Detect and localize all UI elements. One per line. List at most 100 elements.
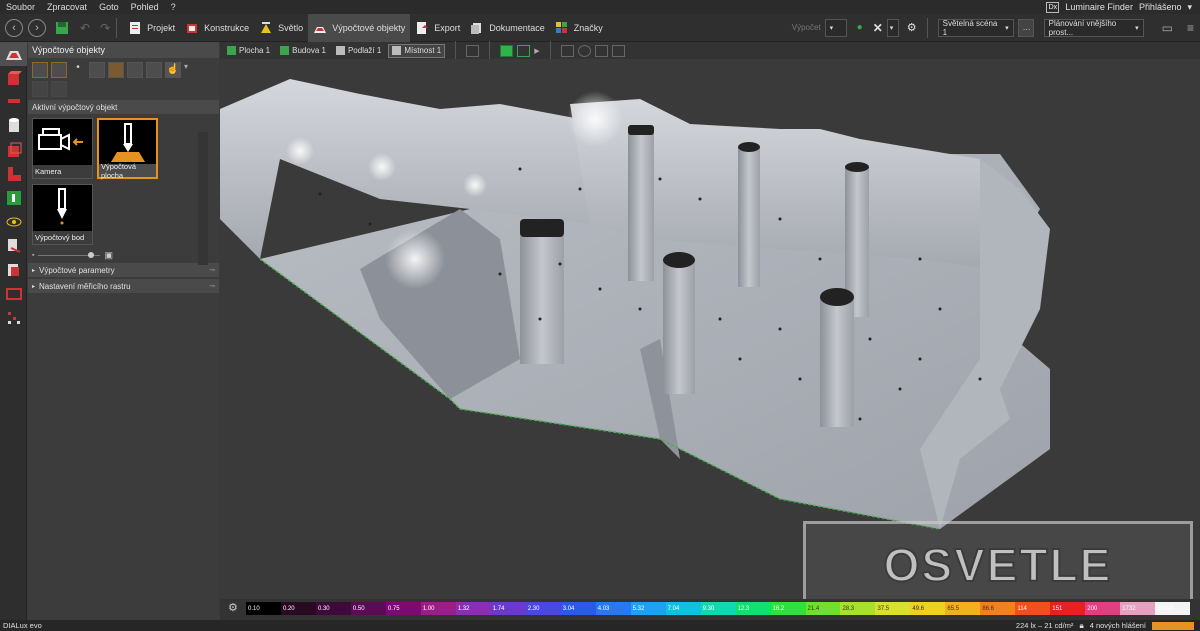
object-label: Výpočtový bod (33, 230, 92, 244)
messages-link[interactable]: 4 nových hlášení (1090, 621, 1146, 630)
zoom-slider[interactable] (38, 251, 101, 258)
frame-tool[interactable] (127, 62, 143, 78)
object-label: Výpočtová plocha (99, 162, 156, 180)
save-icon[interactable] (54, 20, 70, 36)
viewtab-plocha[interactable]: Plocha 1 (224, 44, 273, 58)
object-grid-scrollbar[interactable] (198, 132, 208, 265)
scene-more-button[interactable]: … (1017, 18, 1034, 37)
observer-tool[interactable] (0, 210, 27, 234)
building-icon (280, 46, 290, 55)
cross-tool[interactable] (146, 62, 162, 78)
calc-surface-tool[interactable] (0, 42, 27, 66)
object-camera[interactable]: Kamera (32, 118, 93, 179)
calc-cylinder-tool[interactable] (0, 114, 27, 138)
calc-lshape-tool[interactable] (0, 162, 27, 186)
tab-label: Výpočtové objekty (332, 22, 406, 33)
section-calc-params[interactable]: ▸ Výpočtové parametry ⊸ (28, 263, 219, 277)
3d-view-icon[interactable] (500, 44, 514, 57)
messages-indicator[interactable] (1152, 621, 1194, 630)
emergency-exit-tool[interactable] (0, 186, 27, 210)
disabled-tool[interactable] (32, 81, 48, 97)
pin-icon[interactable]: ⊸ (209, 266, 215, 274)
zoom-fit-icon[interactable] (560, 44, 574, 57)
tab-znacky[interactable]: Značky (550, 14, 608, 42)
run-calc-icon[interactable]: ● (857, 22, 863, 33)
grid-tool[interactable] (89, 62, 105, 78)
menu-pohled[interactable]: Pohled (125, 2, 165, 12)
wall-icon (7, 99, 20, 103)
glare-tool[interactable] (0, 234, 27, 258)
back-icon[interactable]: ‹ (5, 18, 23, 37)
main-toolbar: ‹ › ↶ ↷ Projekt Konstrukce Světlo Výpočt… (0, 13, 1200, 42)
thumbnail-zoom: ▪ ▣ (28, 249, 219, 261)
pin-icon[interactable]: ⊸ (209, 282, 215, 290)
measure-tool[interactable] (0, 306, 27, 330)
tab-export[interactable]: Export (410, 14, 465, 42)
pillar[interactable] (663, 252, 695, 394)
lock-icon[interactable]: 🔒︎ (1079, 621, 1083, 631)
area-tool[interactable] (0, 282, 27, 306)
axis-icon[interactable] (611, 44, 625, 57)
pillar[interactable] (820, 288, 854, 427)
zoom-slider-handle[interactable] (88, 251, 95, 258)
menu-zpracovat[interactable]: Zpracovat (41, 2, 93, 12)
hand-icon[interactable]: ☝ (165, 62, 181, 78)
plan-view-icon[interactable] (466, 44, 480, 57)
gear-icon[interactable]: ⚙ (228, 601, 238, 614)
viewtab-mistnost[interactable]: Místnost 1 (388, 43, 446, 58)
open-tool[interactable] (32, 62, 48, 78)
play-icon[interactable]: ▶ (534, 47, 539, 55)
close-icon[interactable]: ✕ (873, 21, 883, 35)
texture-tool[interactable] (108, 62, 124, 78)
tab-projekt[interactable]: Projekt (123, 14, 180, 42)
chevron-down-icon[interactable]: ▾ (184, 62, 200, 78)
menu-goto[interactable]: Goto (93, 2, 125, 12)
login-menu[interactable]: Přihlášeno (1139, 2, 1182, 12)
tab-svetlo[interactable]: Světlo (254, 14, 308, 42)
undo-icon[interactable]: ↶ (80, 21, 90, 35)
calc-box-tool[interactable] (0, 138, 27, 162)
viewtab-budova[interactable]: Budova 1 (277, 44, 329, 58)
legend-cell: 0.50 (350, 602, 386, 615)
panel-layout-icon[interactable]: ▭ (1162, 21, 1173, 35)
tab-dokumentace[interactable]: Dokumentace (465, 14, 550, 42)
dimension-icon[interactable] (594, 44, 608, 57)
chevron-down-icon: ▾ (829, 24, 834, 32)
watermark-text: OSVETLE (883, 538, 1113, 592)
light-glow (567, 91, 623, 147)
redo-icon[interactable]: ↷ (100, 21, 110, 35)
forward-icon[interactable]: › (28, 18, 46, 37)
dot-tool[interactable]: • (70, 62, 86, 78)
object-calc-surface[interactable]: Výpočtová plocha (97, 118, 158, 180)
planning-select[interactable]: Plánování vnějšího prost... ▾ (1043, 18, 1144, 37)
menu-help[interactable]: ? (165, 2, 182, 12)
rotate-icon[interactable] (577, 44, 591, 57)
luminaire-finder-link[interactable]: Luminaire Finder (1065, 2, 1133, 12)
pillar[interactable] (738, 142, 760, 287)
cancel-dropdown[interactable]: ▾ (886, 18, 899, 37)
chevron-down-icon[interactable]: ▾ (1187, 2, 1192, 13)
gear-icon[interactable]: ⚙ (907, 21, 917, 34)
small-size-icon: ▪ (32, 251, 35, 259)
menu-icon[interactable]: ≡ (1187, 21, 1194, 35)
pillar[interactable] (520, 219, 564, 364)
section-grid-settings[interactable]: ▸ Nastavení měřicího rastru ⊸ (28, 279, 219, 293)
viewtab-podlazi[interactable]: Podlaží 1 (333, 44, 384, 58)
legend-cell: 65.5 (945, 602, 981, 615)
copy-tool[interactable] (51, 62, 67, 78)
tab-konstrukce[interactable]: Konstrukce (180, 14, 254, 42)
pillar[interactable] (628, 125, 654, 281)
object-calc-point[interactable]: Výpočtový bod (32, 183, 93, 245)
3d-viewport[interactable]: OSVETLE (220, 59, 1200, 599)
calc-dropdown[interactable]: ▾ (824, 18, 847, 37)
disabled-tool[interactable] (51, 81, 67, 97)
section-view-icon[interactable] (517, 44, 531, 57)
legend-cell: 5.32 (630, 602, 666, 615)
calc-cube-tool[interactable] (0, 66, 27, 90)
room-render[interactable] (220, 59, 1200, 599)
calc-wall-tool[interactable] (0, 90, 27, 114)
tab-vypoctove-objekty[interactable]: Výpočtové objekty (308, 13, 411, 42)
light-scene-select[interactable]: Světelná scéna 1 ▾ (937, 18, 1014, 37)
menu-soubor[interactable]: Soubor (0, 2, 41, 12)
daylight-tool[interactable] (0, 258, 27, 282)
